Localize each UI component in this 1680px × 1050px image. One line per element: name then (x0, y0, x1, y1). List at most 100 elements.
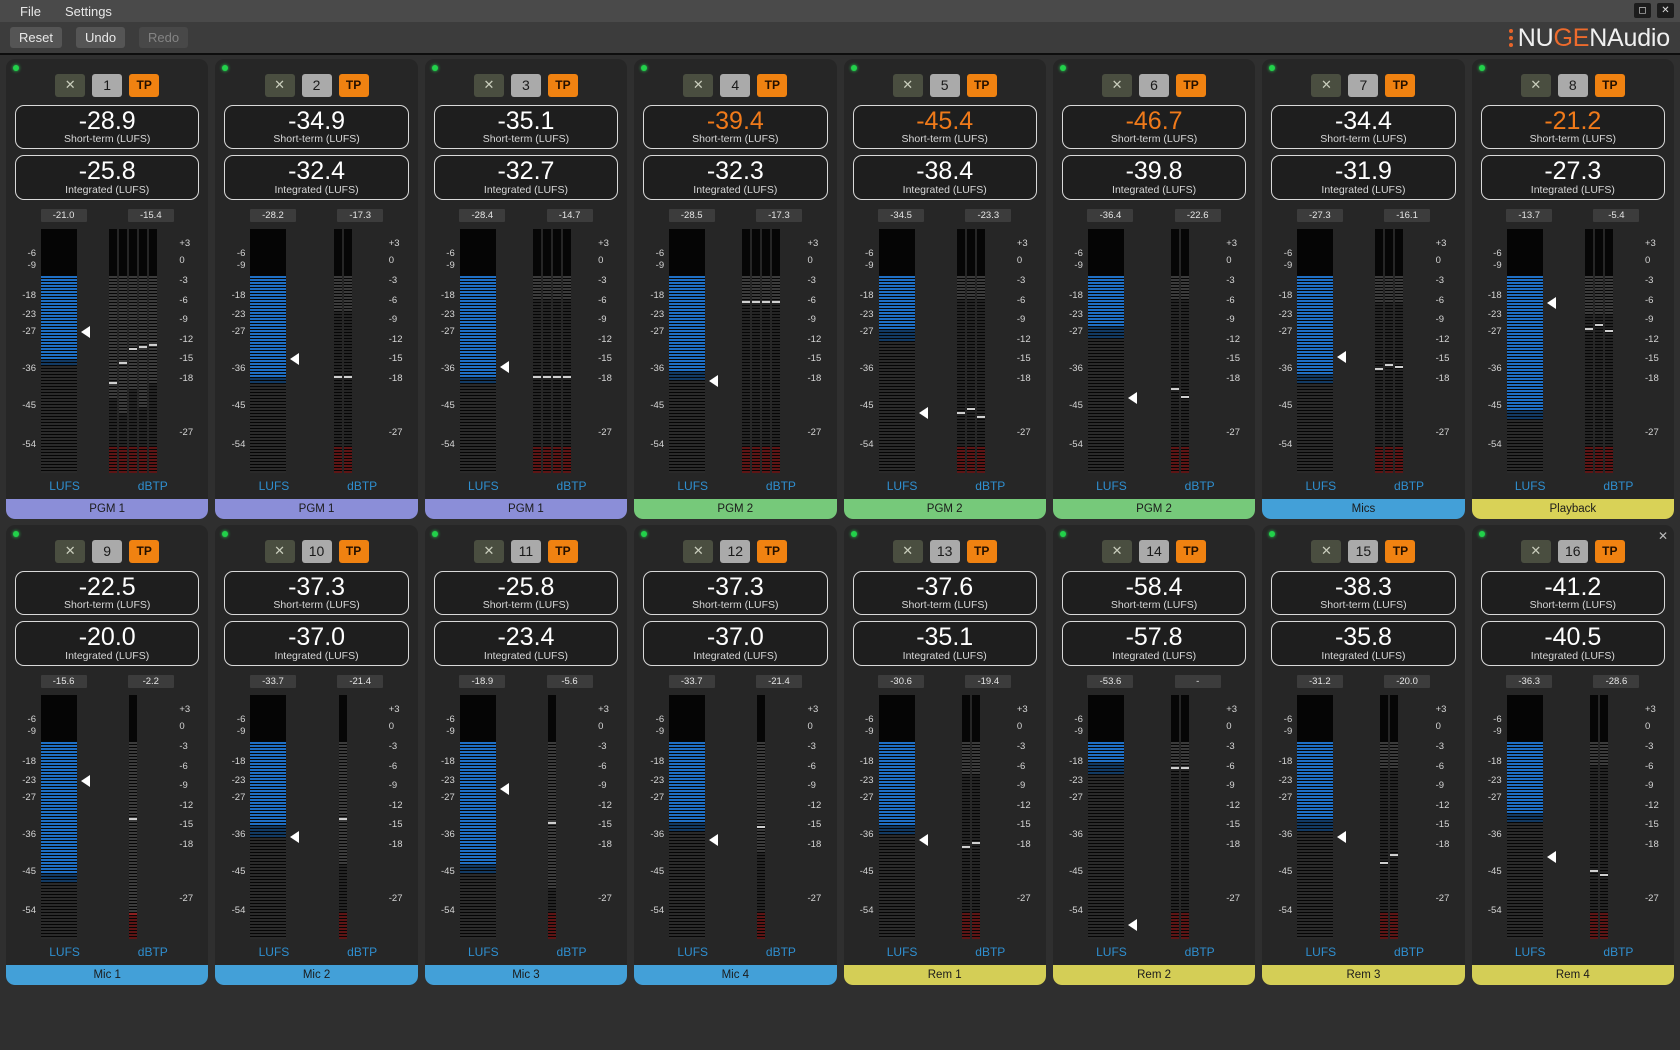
group-name-bar[interactable]: Rem 3 (1262, 965, 1464, 985)
channel-number-button[interactable]: 9 (92, 540, 122, 563)
target-pointer-icon[interactable] (290, 831, 299, 843)
target-pointer-icon[interactable] (1547, 297, 1556, 309)
target-pointer-icon[interactable] (81, 326, 90, 338)
group-name-bar[interactable]: PGM 2 (634, 499, 836, 519)
target-pointer-icon[interactable] (500, 361, 509, 373)
true-peak-toggle-button[interactable]: TP (967, 74, 997, 97)
channel-number-button[interactable]: 16 (1558, 540, 1588, 563)
group-name-bar[interactable]: Rem 4 (1472, 965, 1674, 985)
target-pointer-icon[interactable] (1128, 919, 1137, 931)
group-name-bar[interactable]: Playback (1472, 499, 1674, 519)
channel-number-button[interactable]: 15 (1348, 540, 1378, 563)
true-peak-toggle-button[interactable]: TP (129, 74, 159, 97)
group-name-bar[interactable]: PGM 2 (844, 499, 1046, 519)
true-peak-toggle-button[interactable]: TP (129, 540, 159, 563)
panel-close-icon[interactable]: ✕ (1658, 529, 1668, 543)
meter-segment (879, 910, 915, 912)
mute-button[interactable]: ✕ (474, 74, 504, 97)
channel-number-button[interactable]: 14 (1139, 540, 1169, 563)
meter-segment (41, 447, 77, 449)
target-pointer-icon[interactable] (709, 375, 718, 387)
undo-button[interactable]: Undo (76, 27, 125, 48)
channel-number-button[interactable]: 8 (1558, 74, 1588, 97)
restore-icon[interactable]: ◻ (1634, 3, 1651, 18)
channel-number-button[interactable]: 2 (302, 74, 332, 97)
true-peak-toggle-button[interactable]: TP (548, 540, 578, 563)
channel-number-button[interactable]: 1 (92, 74, 122, 97)
group-name-bar[interactable]: Mics (1262, 499, 1464, 519)
mute-button[interactable]: ✕ (55, 540, 85, 563)
channel-number-button[interactable]: 12 (720, 540, 750, 563)
target-pointer-icon[interactable] (919, 834, 928, 846)
channel-number-button[interactable]: 13 (930, 540, 960, 563)
group-name-bar[interactable]: Rem 1 (844, 965, 1046, 985)
group-name-bar[interactable]: PGM 1 (215, 499, 417, 519)
true-peak-toggle-button[interactable]: TP (1385, 74, 1415, 97)
channel-number-button[interactable]: 6 (1139, 74, 1169, 97)
tp-segment (972, 763, 980, 765)
mute-button[interactable]: ✕ (265, 540, 295, 563)
group-name-bar[interactable]: PGM 2 (1053, 499, 1255, 519)
mute-button[interactable]: ✕ (893, 74, 923, 97)
true-peak-toggle-button[interactable]: TP (1176, 74, 1206, 97)
mute-button[interactable]: ✕ (55, 74, 85, 97)
group-name-bar[interactable]: PGM 1 (425, 499, 627, 519)
tp-segment (1181, 441, 1189, 443)
target-pointer-icon[interactable] (709, 834, 718, 846)
tp-segment (1395, 447, 1403, 449)
mute-button[interactable]: ✕ (1311, 540, 1341, 563)
true-peak-toggle-button[interactable]: TP (1595, 74, 1625, 97)
meter-segment (879, 432, 915, 434)
mute-button[interactable]: ✕ (474, 540, 504, 563)
mute-button[interactable]: ✕ (893, 540, 923, 563)
channel-number-button[interactable]: 3 (511, 74, 541, 97)
group-name-bar[interactable]: Mic 2 (215, 965, 417, 985)
tp-segment (1605, 345, 1613, 347)
true-peak-toggle-button[interactable]: TP (1385, 540, 1415, 563)
menu-item-file[interactable]: File (8, 2, 53, 21)
true-peak-toggle-button[interactable]: TP (967, 540, 997, 563)
true-peak-toggle-button[interactable]: TP (1176, 540, 1206, 563)
group-name-bar[interactable]: PGM 1 (6, 499, 208, 519)
target-pointer-icon[interactable] (81, 775, 90, 787)
mute-button[interactable]: ✕ (1521, 540, 1551, 563)
tp-segment (757, 820, 765, 822)
group-name-bar[interactable]: Mic 3 (425, 965, 627, 985)
scale-tick: -3 (808, 275, 816, 286)
true-peak-toggle-button[interactable]: TP (757, 74, 787, 97)
mute-button[interactable]: ✕ (1521, 74, 1551, 97)
menu-item-settings[interactable]: Settings (53, 2, 124, 21)
true-peak-toggle-button[interactable]: TP (1595, 540, 1625, 563)
tp-segment (1171, 805, 1179, 807)
target-pointer-icon[interactable] (290, 353, 299, 365)
mute-button[interactable]: ✕ (683, 540, 713, 563)
group-name-bar[interactable]: Mic 1 (6, 965, 208, 985)
true-peak-toggle-button[interactable]: TP (757, 540, 787, 563)
true-peak-toggle-button[interactable]: TP (548, 74, 578, 97)
channel-number-button[interactable]: 4 (720, 74, 750, 97)
mute-button[interactable]: ✕ (1311, 74, 1341, 97)
group-name-bar[interactable]: Rem 2 (1053, 965, 1255, 985)
true-peak-toggle-button[interactable]: TP (339, 540, 369, 563)
true-peak-toggle-button[interactable]: TP (339, 74, 369, 97)
target-pointer-icon[interactable] (1337, 351, 1346, 363)
group-name-bar[interactable]: Mic 4 (634, 965, 836, 985)
channel-number-button[interactable]: 5 (930, 74, 960, 97)
unit-dbtp-label: dBTP (735, 479, 836, 493)
mute-button[interactable]: ✕ (1102, 74, 1132, 97)
target-pointer-icon[interactable] (1128, 392, 1137, 404)
target-pointer-icon[interactable] (919, 407, 928, 419)
tp-segment (1380, 769, 1388, 771)
channel-number-button[interactable]: 7 (1348, 74, 1378, 97)
target-pointer-icon[interactable] (1337, 831, 1346, 843)
close-icon[interactable]: ✕ (1657, 3, 1674, 18)
reset-button[interactable]: Reset (10, 27, 62, 48)
channel-number-button[interactable]: 10 (302, 540, 332, 563)
mute-button[interactable]: ✕ (683, 74, 713, 97)
target-pointer-icon[interactable] (1547, 851, 1556, 863)
mute-button[interactable]: ✕ (265, 74, 295, 97)
tp-segment (762, 426, 770, 428)
target-pointer-icon[interactable] (500, 783, 509, 795)
channel-number-button[interactable]: 11 (511, 540, 541, 563)
mute-button[interactable]: ✕ (1102, 540, 1132, 563)
